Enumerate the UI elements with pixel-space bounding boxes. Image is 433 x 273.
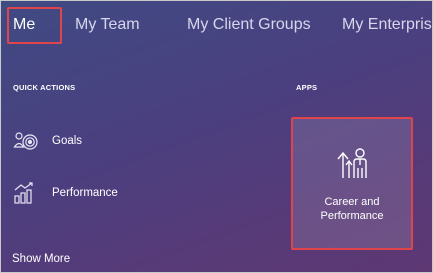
top-navigation: Me My Team My Client Groups My Enterpris…: [1, 1, 432, 49]
app-tile-career-and-performance[interactable]: Career and Performance: [293, 118, 411, 248]
goals-label: Goals: [52, 135, 83, 147]
quick-action-performance[interactable]: Performance: [13, 181, 118, 205]
tab-my-team[interactable]: My Team: [75, 13, 140, 37]
quick-actions-heading: QUICK ACTIONS: [13, 83, 76, 92]
app-window: Me My Team My Client Groups My Enterpris…: [0, 0, 433, 273]
tab-my-enterprise[interactable]: My Enterprise: [342, 13, 432, 37]
performance-icon: [13, 182, 39, 204]
app-tile-label: Career and Performance: [293, 195, 411, 223]
apps-heading: APPS: [296, 83, 318, 92]
app-tile-label-line1: Career and: [324, 196, 380, 208]
performance-label: Performance: [52, 187, 118, 199]
career-performance-icon: [335, 146, 369, 180]
app-tile-label-line2: Performance: [320, 210, 384, 222]
goals-icon: [13, 130, 39, 152]
show-more-link[interactable]: Show More: [12, 253, 70, 265]
quick-action-goals[interactable]: Goals: [13, 129, 82, 153]
tab-my-client-groups[interactable]: My Client Groups: [187, 13, 311, 37]
tab-me[interactable]: Me: [13, 13, 35, 37]
